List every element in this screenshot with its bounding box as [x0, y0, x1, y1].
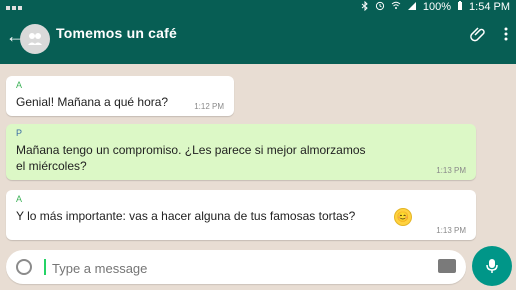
sender-initial: P	[16, 128, 23, 138]
message-time: 1:13 PM	[436, 166, 466, 175]
message-text: Mañana tengo un compromiso. ¿Les parece …	[16, 143, 366, 173]
clock-time: 1:54 PM	[469, 1, 510, 13]
microphone-icon	[486, 259, 498, 273]
message-time: 1:12 PM	[194, 102, 224, 111]
sender-initial: A	[16, 80, 23, 90]
camera-icon[interactable]	[438, 259, 456, 273]
smiley-emoji: 😊	[394, 208, 412, 226]
mic-button[interactable]	[472, 246, 512, 286]
chat-header: ← Tomemos un café	[0, 14, 516, 64]
message-input[interactable]	[50, 257, 404, 279]
messages-area: A Genial! Mañana a qué hora? 1:12 PM P M…	[0, 64, 516, 244]
wifi-icon	[391, 1, 401, 14]
alarm-icon	[375, 1, 385, 14]
group-avatar[interactable]	[20, 24, 50, 54]
message-time: 1:13 PM	[436, 226, 466, 235]
text-caret	[44, 259, 46, 275]
message-input-container[interactable]	[6, 250, 466, 284]
emoji-picker-icon[interactable]	[16, 259, 32, 275]
battery-percentage: 100%	[422, 1, 452, 13]
chat-title[interactable]: Tomemos un café	[56, 25, 177, 41]
status-bar: 100% 1:54 PM	[0, 0, 516, 14]
paperclip-icon[interactable]	[470, 26, 486, 47]
message-bubble[interactable]: P Mañana tengo un compromiso. ¿Les parec…	[6, 124, 476, 180]
message-bubble[interactable]: A Genial! Mañana a qué hora? 1:12 PM	[6, 76, 234, 116]
compose-bar	[0, 244, 516, 290]
battery-icon	[457, 0, 463, 14]
more-options-icon[interactable]	[504, 26, 508, 47]
message-bubble[interactable]: A Y lo más importante: vas a hacer algun…	[6, 190, 476, 240]
message-text: Y lo más importante: vas a hacer alguna …	[16, 209, 356, 223]
message-text: Genial! Mañana a qué hora?	[16, 95, 169, 109]
status-indicators	[6, 1, 28, 10]
signal-icon	[407, 1, 417, 14]
group-avatar-icon	[28, 33, 42, 45]
bluetooth-icon	[361, 0, 369, 14]
sender-initial: A	[16, 194, 23, 204]
